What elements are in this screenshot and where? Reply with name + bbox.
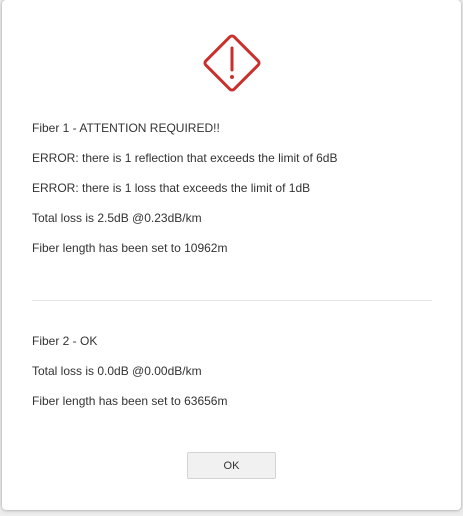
fiber-2-length: Fiber length has been set to 63656m (32, 394, 228, 408)
fiber-1-total-loss: Total loss is 2.5dB @0.23dB/km (32, 211, 202, 225)
fiber-1-section: Fiber 1 - ATTENTION REQUIRED!! ERROR: th… (32, 119, 432, 269)
fiber-2-status: Fiber 2 - OK (32, 334, 98, 348)
fiber-2-section: Fiber 2 - OK Total loss is 0.0dB @0.00dB… (32, 332, 432, 422)
fiber-report-dialog: Fiber 1 - ATTENTION REQUIRED!! ERROR: th… (2, 0, 461, 510)
fiber-2-total-loss: Total loss is 0.0dB @0.00dB/km (32, 364, 202, 378)
warning-diamond-icon (199, 30, 265, 96)
ok-button[interactable]: OK (187, 452, 276, 479)
fiber-1-reflection-error: ERROR: there is 1 reflection that exceed… (32, 151, 338, 165)
fiber-1-length: Fiber length has been set to 10962m (32, 241, 228, 255)
fiber-1-status: Fiber 1 - ATTENTION REQUIRED!! (32, 121, 220, 135)
fiber-1-loss-error: ERROR: there is 1 loss that exceeds the … (32, 181, 311, 195)
section-divider (32, 300, 432, 301)
